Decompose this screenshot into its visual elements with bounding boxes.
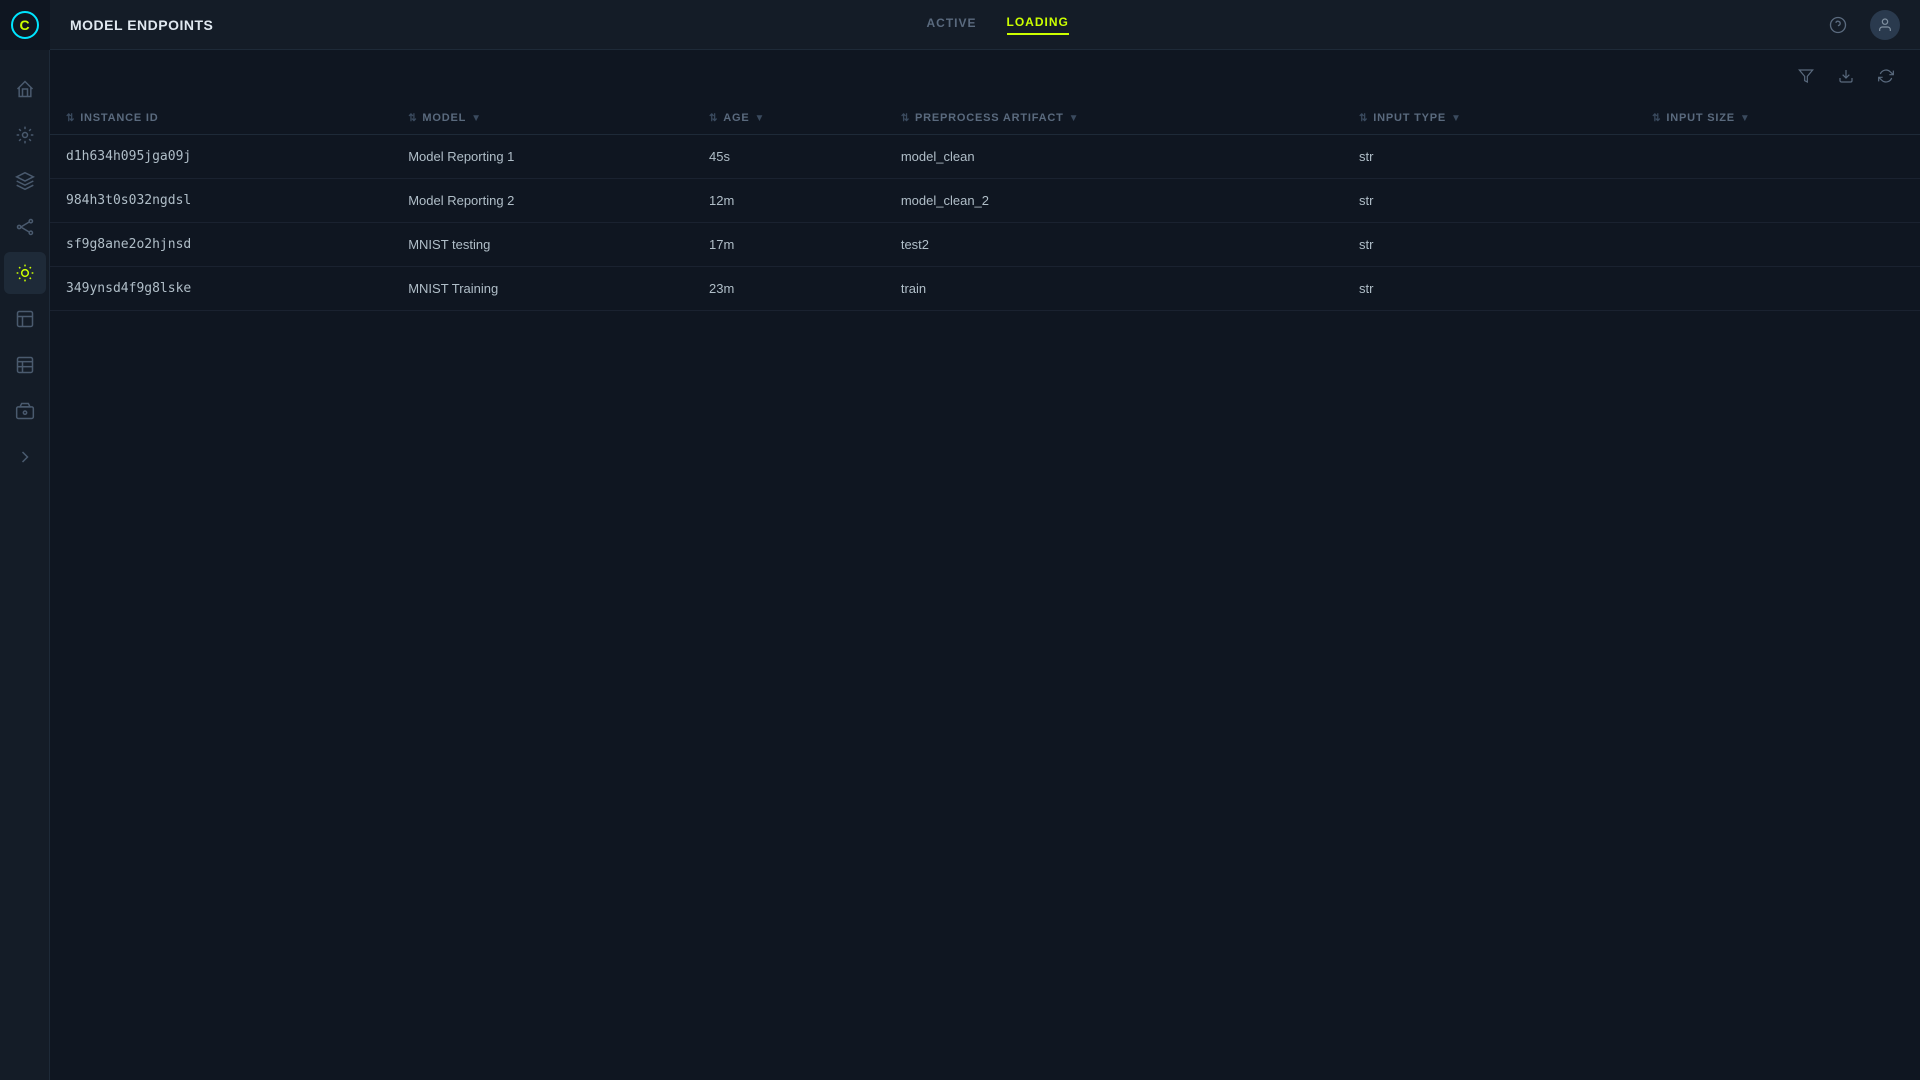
cell-input-size (1636, 267, 1920, 311)
cell-input-type: str (1343, 267, 1636, 311)
table-area: ⇅ INSTANCE ID ⇅ MODEL ▼ ⇅ (50, 50, 1920, 1080)
cell-age: 23m (693, 267, 885, 311)
cell-preprocess-artifact: test2 (885, 223, 1343, 267)
cell-instance-id: d1h634h095jga09j (50, 135, 392, 179)
sidebar (0, 0, 50, 1080)
sidebar-item-pipeline[interactable] (4, 436, 46, 478)
sidebar-item-reports[interactable] (4, 298, 46, 340)
topbar: MODEL ENDPOINTS ACTIVE LOADING (50, 0, 1920, 50)
cell-age: 12m (693, 179, 885, 223)
cell-preprocess-artifact: model_clean_2 (885, 179, 1343, 223)
refresh-button[interactable] (1872, 62, 1900, 90)
table-header-row: ⇅ INSTANCE ID ⇅ MODEL ▼ ⇅ (50, 102, 1920, 135)
sidebar-item-deploy[interactable] (4, 390, 46, 432)
app-logo[interactable] (0, 0, 50, 50)
user-avatar[interactable] (1870, 10, 1900, 40)
sidebar-item-endpoints[interactable] (4, 252, 46, 294)
cell-input-size (1636, 179, 1920, 223)
table-row[interactable]: d1h634h095jga09j Model Reporting 1 45s m… (50, 135, 1920, 179)
topbar-actions (1822, 9, 1900, 41)
cell-preprocess-artifact: model_clean (885, 135, 1343, 179)
tab-loading[interactable]: LOADING (1007, 15, 1069, 35)
col-header-age[interactable]: ⇅ AGE ▼ (693, 102, 885, 135)
sidebar-item-graph[interactable] (4, 206, 46, 248)
cell-model: Model Reporting 1 (392, 135, 693, 179)
sidebar-item-layers[interactable] (4, 160, 46, 202)
cell-age: 17m (693, 223, 885, 267)
download-button[interactable] (1832, 62, 1860, 90)
table-row[interactable]: 349ynsd4f9g8lske MNIST Training 23m trai… (50, 267, 1920, 311)
cell-age: 45s (693, 135, 885, 179)
cell-input-size (1636, 223, 1920, 267)
filter-button[interactable] (1792, 62, 1820, 90)
table-body: d1h634h095jga09j Model Reporting 1 45s m… (50, 135, 1920, 311)
sidebar-item-home[interactable] (4, 68, 46, 110)
cell-preprocess-artifact: train (885, 267, 1343, 311)
col-header-model[interactable]: ⇅ MODEL ▼ (392, 102, 693, 135)
col-header-input-size[interactable]: ⇅ INPUT SIZE ▼ (1636, 102, 1920, 135)
table-toolbar (50, 50, 1920, 102)
cell-model: MNIST testing (392, 223, 693, 267)
cell-input-size (1636, 135, 1920, 179)
tab-active[interactable]: ACTIVE (927, 16, 977, 34)
col-header-instance-id[interactable]: ⇅ INSTANCE ID (50, 102, 392, 135)
sidebar-item-models[interactable] (4, 114, 46, 156)
logo-icon (11, 11, 39, 39)
topbar-tabs: ACTIVE LOADING (927, 15, 1069, 35)
col-header-input-type[interactable]: ⇅ INPUT TYPE ▼ (1343, 102, 1636, 135)
page-title: MODEL ENDPOINTS (70, 17, 213, 33)
main-content: MODEL ENDPOINTS ACTIVE LOADING (50, 0, 1920, 1080)
sidebar-item-tables[interactable] (4, 344, 46, 386)
col-header-preprocess-artifact[interactable]: ⇅ PREPROCESS ARTIFACT ▼ (885, 102, 1343, 135)
help-button[interactable] (1822, 9, 1854, 41)
cell-input-type: str (1343, 223, 1636, 267)
data-table: ⇅ INSTANCE ID ⇅ MODEL ▼ ⇅ (50, 102, 1920, 311)
cell-input-type: str (1343, 135, 1636, 179)
table-row[interactable]: 984h3t0s032ngdsl Model Reporting 2 12m m… (50, 179, 1920, 223)
cell-model: Model Reporting 2 (392, 179, 693, 223)
table-row[interactable]: sf9g8ane2o2hjnsd MNIST testing 17m test2… (50, 223, 1920, 267)
cell-instance-id: sf9g8ane2o2hjnsd (50, 223, 392, 267)
sidebar-nav (4, 60, 46, 1080)
cell-input-type: str (1343, 179, 1636, 223)
cell-instance-id: 984h3t0s032ngdsl (50, 179, 392, 223)
cell-instance-id: 349ynsd4f9g8lske (50, 267, 392, 311)
cell-model: MNIST Training (392, 267, 693, 311)
